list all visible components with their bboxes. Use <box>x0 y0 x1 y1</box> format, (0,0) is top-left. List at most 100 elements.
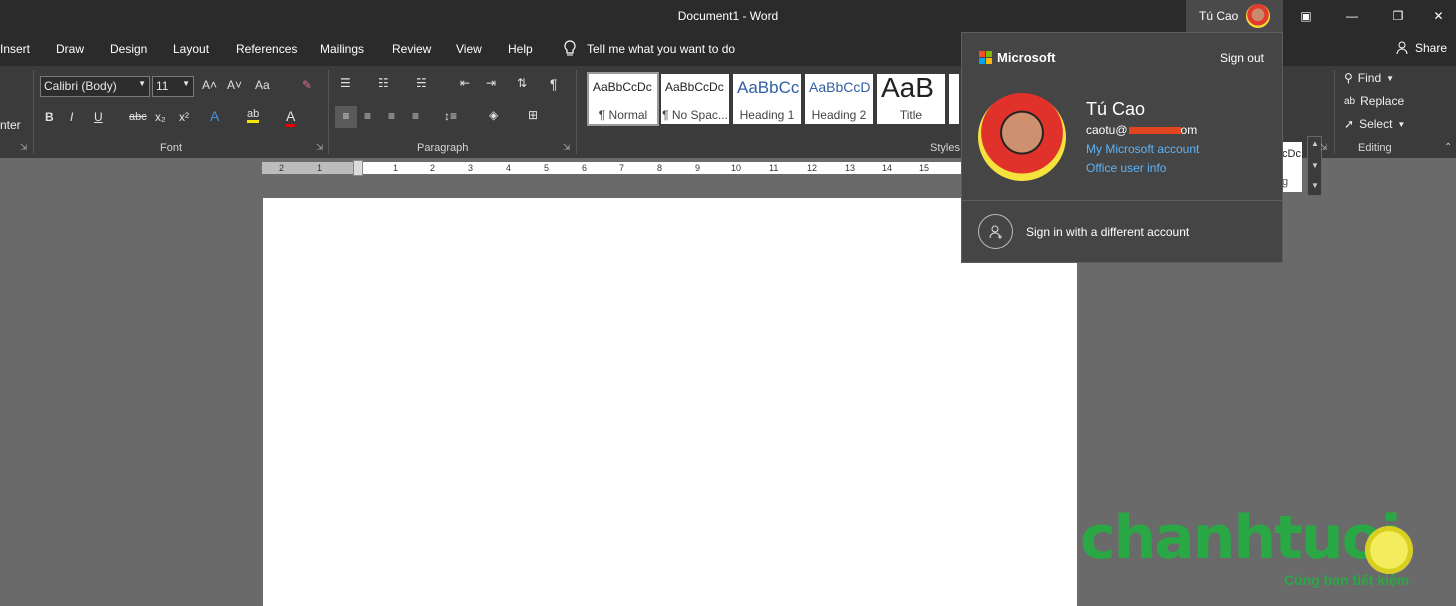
maximize-button[interactable]: ❐ <box>1375 0 1421 32</box>
microsoft-logo-icon <box>979 51 992 64</box>
style-no-spacing[interactable]: AaBbCcDc ¶ No Spac... <box>661 74 729 124</box>
change-case-button[interactable]: Aa <box>255 78 270 92</box>
ruler-number: 10 <box>731 163 742 173</box>
my-microsoft-account-link[interactable]: My Microsoft account <box>1086 142 1199 156</box>
divider <box>328 70 329 154</box>
superscript-button[interactable]: x² <box>179 110 189 124</box>
share-button[interactable]: Share <box>1396 41 1447 55</box>
styles-dialog-launcher-icon[interactable]: ⇲ <box>1320 142 1328 153</box>
align-center-icon[interactable]: ≡ <box>364 109 371 123</box>
ruler-number: 9 <box>695 163 701 173</box>
tab-review[interactable]: Review <box>392 42 431 56</box>
style-heading-1[interactable]: AaBbCc Heading 1 <box>733 74 801 124</box>
ruler-number: 8 <box>657 163 663 173</box>
subscript-button[interactable]: x₂ <box>155 110 166 124</box>
select-button[interactable]: ➚ Select ▼ <box>1344 117 1405 131</box>
tab-design[interactable]: Design <box>110 42 147 56</box>
bullets-icon[interactable]: ☰ <box>340 76 351 90</box>
sign-in-different-account-button[interactable]: Sign in with a different account <box>978 214 1189 249</box>
ribbon-display-options-button[interactable]: ▣ <box>1283 0 1329 32</box>
chevron-down-icon: ▼ <box>138 79 146 88</box>
style-partial-right[interactable]: cDc g <box>1282 142 1302 192</box>
tell-me-box[interactable]: Tell me what you want to do <box>562 40 735 58</box>
grow-font-button[interactable]: A˄ <box>202 78 217 92</box>
line-spacing-icon[interactable]: ↕≡ <box>444 109 457 123</box>
search-icon: ⚲ <box>1344 71 1353 85</box>
add-person-icon <box>978 214 1013 249</box>
borders-icon[interactable]: ⊞ <box>528 108 538 122</box>
multilevel-list-icon[interactable]: ☵ <box>416 76 427 90</box>
style-preview: AaBbCcDc <box>665 80 724 94</box>
font-dialog-launcher-icon[interactable]: ⇲ <box>316 142 324 153</box>
italic-button[interactable]: I <box>70 110 73 124</box>
profile-photo[interactable] <box>978 93 1066 181</box>
align-right-icon[interactable]: ≡ <box>388 109 395 123</box>
clipboard-partial-label[interactable]: nter <box>0 118 21 132</box>
title-bar: Document1 - Word Tú Cao ▣ — ❐ ✕ <box>0 0 1456 32</box>
replace-button[interactable]: ab Replace <box>1344 94 1404 108</box>
clear-formatting-icon[interactable]: ✎ <box>302 78 312 92</box>
decrease-indent-icon[interactable]: ⇤ <box>460 76 470 90</box>
font-name-select[interactable]: Calibri (Body) ▼ <box>40 76 150 97</box>
styles-gallery: AaBbCcDc ¶ Normal AaBbCcDc ¶ No Spac... … <box>585 72 959 128</box>
shading-icon[interactable]: ◈ <box>489 108 498 122</box>
account-avatar[interactable] <box>1246 4 1270 28</box>
office-user-info-link[interactable]: Office user info <box>1086 161 1166 175</box>
tab-insert[interactable]: Insert <box>0 42 30 56</box>
style-preview: cDc <box>1282 148 1301 160</box>
strikethrough-button[interactable]: abc <box>129 111 147 123</box>
paragraph-dialog-launcher-icon[interactable]: ⇲ <box>563 142 571 153</box>
document-page[interactable] <box>263 198 1077 606</box>
ruler-number: 11 <box>769 163 779 173</box>
style-title[interactable]: AaB Title <box>877 74 945 124</box>
tab-view[interactable]: View <box>456 42 482 56</box>
font-size-select[interactable]: 11 ▼ <box>152 76 194 97</box>
tab-layout[interactable]: Layout <box>173 42 209 56</box>
redaction-mark <box>1128 127 1181 135</box>
style-normal[interactable]: AaBbCcDc ¶ Normal <box>587 72 659 126</box>
find-button[interactable]: ⚲ Find ▼ <box>1344 71 1394 85</box>
replace-label: Replace <box>1360 94 1405 108</box>
chevron-up-icon[interactable]: ▲ <box>1311 139 1319 148</box>
cursor-icon: ➚ <box>1344 117 1355 131</box>
numbering-icon[interactable]: ☷ <box>378 76 389 90</box>
text-effects-icon[interactable]: A <box>210 108 219 124</box>
increase-indent-icon[interactable]: ⇥ <box>486 76 496 90</box>
ruler-number: 6 <box>582 163 588 173</box>
sign-out-link[interactable]: Sign out <box>1220 51 1264 65</box>
align-left-icon[interactable]: ≡ <box>335 106 357 128</box>
ruler-number: 15 <box>919 163 930 173</box>
highlight-icon[interactable]: ab <box>247 108 260 123</box>
share-label: Share <box>1415 41 1448 55</box>
underline-button[interactable]: U <box>94 110 103 124</box>
tab-draw[interactable]: Draw <box>56 42 84 56</box>
chevron-down-icon[interactable]: ▼ <box>1311 161 1319 170</box>
more-styles-icon[interactable]: ▼ <box>1311 181 1319 190</box>
bold-button[interactable]: B <box>45 110 54 124</box>
divider <box>576 70 577 154</box>
style-label: Heading 1 <box>739 108 795 122</box>
shrink-font-button[interactable]: A˅ <box>227 78 242 92</box>
style-partial[interactable] <box>949 74 959 124</box>
clipboard-launcher-icon[interactable]: ⇲ <box>20 142 28 153</box>
replace-icon: ab <box>1344 95 1356 107</box>
tab-mailings[interactable]: Mailings <box>320 42 364 56</box>
minimize-button[interactable]: — <box>1329 0 1375 32</box>
close-button[interactable]: ✕ <box>1421 0 1456 32</box>
justify-icon[interactable]: ≡ <box>412 109 419 123</box>
person-icon <box>1396 41 1408 55</box>
indent-marker[interactable] <box>353 160 363 176</box>
collapse-ribbon-icon[interactable]: ⌃ <box>1444 142 1452 153</box>
style-preview: AaB <box>881 74 934 103</box>
show-formatting-marks-button[interactable]: ¶ <box>550 76 558 92</box>
ruler-number: 2 <box>430 163 436 173</box>
tab-references[interactable]: References <box>236 42 297 56</box>
chevron-down-icon: ▼ <box>1386 73 1395 83</box>
tab-help[interactable]: Help <box>508 42 533 56</box>
horizontal-ruler[interactable]: 2 1 1 2 3 4 5 6 7 8 9 10 11 12 13 14 15 <box>262 160 962 176</box>
sort-icon[interactable]: ⇅ <box>517 76 527 90</box>
style-heading-2[interactable]: AaBbCcD Heading 2 <box>805 74 873 124</box>
font-color-icon[interactable]: A <box>286 108 296 127</box>
email-suffix: om <box>1180 123 1198 137</box>
ruler-number: 1 <box>393 163 399 173</box>
